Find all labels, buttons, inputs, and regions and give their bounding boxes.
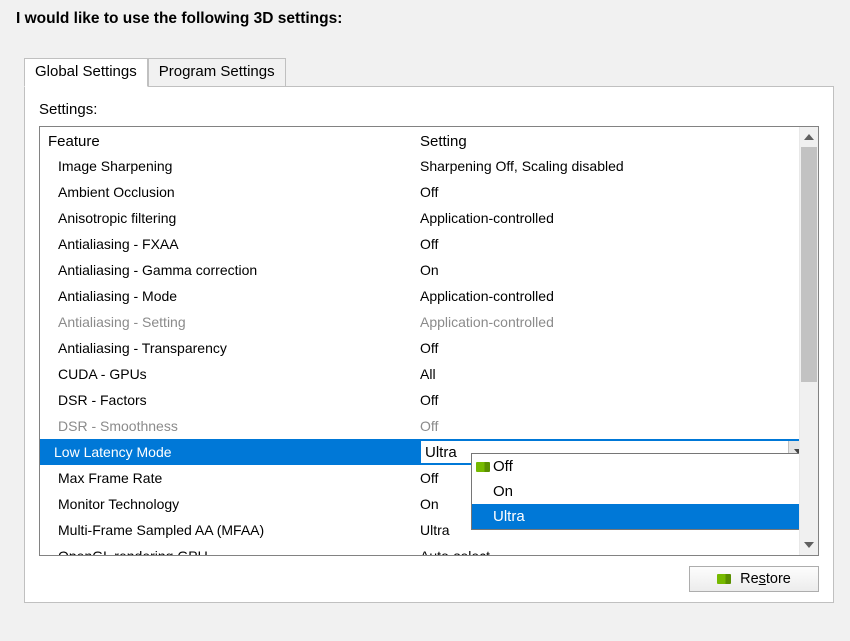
feature-cell: Multi-Frame Sampled AA (MFAA) bbox=[40, 522, 420, 538]
column-feature: Feature bbox=[40, 133, 420, 150]
setting-value: On bbox=[420, 496, 439, 512]
nvidia-icon bbox=[717, 574, 731, 584]
tab-program-settings[interactable]: Program Settings bbox=[148, 58, 286, 86]
settings-grid: Feature Setting Image SharpeningSharpeni… bbox=[39, 126, 819, 556]
setting-value: Off bbox=[420, 184, 438, 200]
feature-cell: Image Sharpening bbox=[40, 158, 420, 174]
feature-cell: Antialiasing - Setting bbox=[40, 314, 420, 330]
settings-panel: Settings: Feature Setting Image Sharpeni… bbox=[24, 86, 834, 603]
setting-value: Ultra bbox=[420, 522, 450, 538]
table-row[interactable]: Antialiasing - SettingApplication-contro… bbox=[40, 309, 799, 335]
setting-value: Off bbox=[420, 418, 438, 434]
table-header-row: Feature Setting bbox=[40, 127, 799, 153]
setting-value: Auto-select bbox=[420, 548, 490, 555]
nvidia-icon bbox=[476, 462, 490, 472]
setting-value: Off bbox=[420, 392, 438, 408]
scroll-thumb[interactable] bbox=[801, 147, 817, 382]
tab-global-settings[interactable]: Global Settings bbox=[24, 58, 148, 87]
setting-cell[interactable]: Off bbox=[420, 387, 799, 413]
setting-value: Application-controlled bbox=[420, 288, 554, 304]
dropdown-option-label: Ultra bbox=[493, 508, 525, 525]
restore-button[interactable]: Restore bbox=[689, 566, 819, 592]
feature-cell: DSR - Factors bbox=[40, 392, 420, 408]
table-row[interactable]: Antialiasing - Gamma correctionOn bbox=[40, 257, 799, 283]
feature-cell: Antialiasing - FXAA bbox=[40, 236, 420, 252]
feature-cell: CUDA - GPUs bbox=[40, 366, 420, 382]
scroll-track[interactable] bbox=[800, 147, 818, 535]
feature-cell: DSR - Smoothness bbox=[40, 418, 420, 434]
setting-cell[interactable]: On bbox=[420, 257, 799, 283]
setting-value: Application-controlled bbox=[420, 210, 554, 226]
feature-cell: Max Frame Rate bbox=[40, 470, 420, 486]
dropdown-option[interactable]: Ultra bbox=[472, 504, 799, 529]
setting-cell[interactable]: Off bbox=[420, 413, 799, 439]
table-row[interactable]: CUDA - GPUsAll bbox=[40, 361, 799, 387]
setting-value: Off bbox=[420, 340, 438, 356]
scrollbar[interactable] bbox=[799, 127, 818, 555]
setting-cell[interactable]: Off bbox=[420, 179, 799, 205]
scroll-up-button[interactable] bbox=[800, 127, 818, 147]
table-row[interactable]: Anisotropic filteringApplication-control… bbox=[40, 205, 799, 231]
column-setting: Setting bbox=[420, 133, 799, 150]
dropdown-option[interactable]: On bbox=[472, 479, 799, 504]
tab-row: Global Settings Program Settings bbox=[24, 58, 834, 86]
dropdown-option-label: On bbox=[493, 483, 513, 500]
dropdown-option-label: Off bbox=[493, 458, 513, 475]
setting-value: Sharpening Off, Scaling disabled bbox=[420, 158, 624, 174]
scroll-down-button[interactable] bbox=[800, 535, 818, 555]
feature-cell: OpenGL rendering GPU bbox=[40, 548, 420, 555]
low-latency-dropdown-list[interactable]: Off On Ultra bbox=[471, 453, 799, 530]
setting-value: On bbox=[420, 262, 439, 278]
settings-label: Settings: bbox=[39, 101, 819, 118]
table-row[interactable]: DSR - SmoothnessOff bbox=[40, 413, 799, 439]
table-row[interactable]: OpenGL rendering GPUAuto-select bbox=[40, 543, 799, 555]
setting-cell[interactable]: Off bbox=[420, 231, 799, 257]
feature-cell: Anisotropic filtering bbox=[40, 210, 420, 226]
setting-value: Off bbox=[420, 236, 438, 252]
table-row[interactable]: Antialiasing - ModeApplication-controlle… bbox=[40, 283, 799, 309]
setting-cell[interactable]: Application-controlled bbox=[420, 309, 799, 335]
heading: I would like to use the following 3D set… bbox=[16, 10, 834, 28]
feature-cell: Antialiasing - Mode bbox=[40, 288, 420, 304]
setting-value: All bbox=[420, 366, 436, 382]
setting-cell[interactable]: Sharpening Off, Scaling disabled bbox=[420, 153, 799, 179]
setting-cell[interactable]: Application-controlled bbox=[420, 283, 799, 309]
feature-cell: Low Latency Mode bbox=[40, 444, 420, 460]
setting-cell[interactable]: Off bbox=[420, 335, 799, 361]
feature-cell: Antialiasing - Transparency bbox=[40, 340, 420, 356]
setting-value: Off bbox=[420, 470, 438, 486]
setting-cell[interactable]: Auto-select bbox=[420, 543, 799, 555]
setting-value: Application-controlled bbox=[420, 314, 554, 330]
setting-cell[interactable]: All bbox=[420, 361, 799, 387]
feature-cell: Antialiasing - Gamma correction bbox=[40, 262, 420, 278]
table-row[interactable]: Antialiasing - TransparencyOff bbox=[40, 335, 799, 361]
restore-label: Restore bbox=[740, 571, 791, 587]
feature-cell: Ambient Occlusion bbox=[40, 184, 420, 200]
dropdown-option[interactable]: Off bbox=[472, 454, 799, 479]
table-row[interactable]: DSR - FactorsOff bbox=[40, 387, 799, 413]
feature-cell: Monitor Technology bbox=[40, 496, 420, 512]
table-row[interactable]: Antialiasing - FXAAOff bbox=[40, 231, 799, 257]
setting-cell[interactable]: Application-controlled bbox=[420, 205, 799, 231]
table-row[interactable]: Image SharpeningSharpening Off, Scaling … bbox=[40, 153, 799, 179]
table-row[interactable]: Ambient OcclusionOff bbox=[40, 179, 799, 205]
